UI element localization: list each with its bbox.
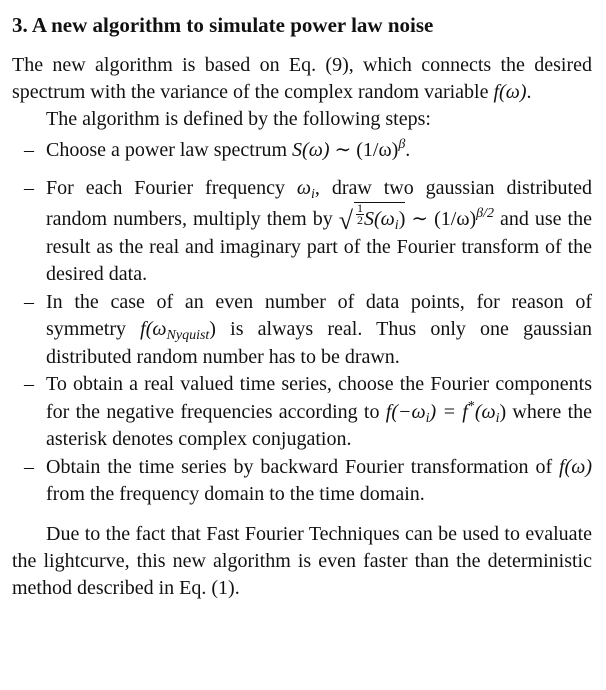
step-dash: –	[24, 139, 34, 161]
step-1-end: .	[405, 139, 411, 161]
step-dash: –	[24, 290, 34, 313]
math-star: *	[467, 398, 475, 414]
closing-paragraph: Due to the fact that Fast Fourier Techni…	[12, 522, 592, 599]
math-omega: ω	[296, 176, 312, 199]
math-f-neg-omega: f(−ω	[385, 400, 426, 423]
math-exp-beta-half: β/2	[476, 206, 495, 221]
section-heading: 3. A new algorithm to simulate power law…	[12, 13, 434, 37]
step-3: – In the case of an even number of data p…	[12, 289, 592, 372]
step-2: – For each Fourier frequency ωi, draw two…	[12, 175, 592, 289]
math-f-omega: f(ω)	[493, 81, 527, 103]
math-omega: (ω	[474, 400, 496, 423]
math-S-omega-i: S(ω	[364, 208, 395, 230]
math-equals-f: ) = f	[429, 400, 468, 423]
step-dash: –	[24, 373, 34, 395]
math-S-omega: S(ω)	[292, 139, 330, 161]
paper-page: 3. A new algorithm to simulate power law…	[0, 0, 606, 690]
step-1: – Choose a power law spectrum S(ω) ∼ (1/ω…	[12, 137, 592, 165]
step-5-text-a: Obtain the time series by backward Fouri…	[46, 455, 559, 478]
steps-list: – Choose a power law spectrum S(ω) ∼ (1/ω…	[12, 137, 592, 509]
step-1-text: Choose a power law spectrum	[46, 139, 293, 161]
step-2-text-a: For each Fourier frequency	[46, 176, 297, 199]
step-dash: –	[24, 176, 34, 199]
step-dash: –	[24, 455, 34, 478]
math-frac-half: 12	[356, 202, 365, 227]
steps-intro: The algorithm is defined by the followin…	[46, 108, 431, 130]
math-sub-nyquist: Nyquist	[166, 328, 210, 343]
math-f-omega: f(ω)	[559, 455, 592, 478]
math-f-omega: f(ω	[140, 318, 167, 340]
step-5: – Obtain the time series by backward Four…	[12, 454, 592, 509]
math-sim: ∼ (1/ω)	[329, 139, 399, 161]
step-5-text-b: from the frequency domain to the time do…	[46, 483, 425, 505]
math-sqrt-body: 1 2 S(ωi)	[354, 202, 406, 234]
intro-paragraph: The new algorithm is based on Eq. (9), w…	[12, 52, 592, 106]
math-sim: ∼ (1/ω)	[405, 208, 477, 230]
step-4: – To obtain a real valued time series, ch…	[12, 371, 592, 454]
math-sqrt-sign: √	[338, 206, 354, 235]
intro-end: .	[526, 81, 532, 103]
frac-den: 2	[357, 213, 364, 227]
